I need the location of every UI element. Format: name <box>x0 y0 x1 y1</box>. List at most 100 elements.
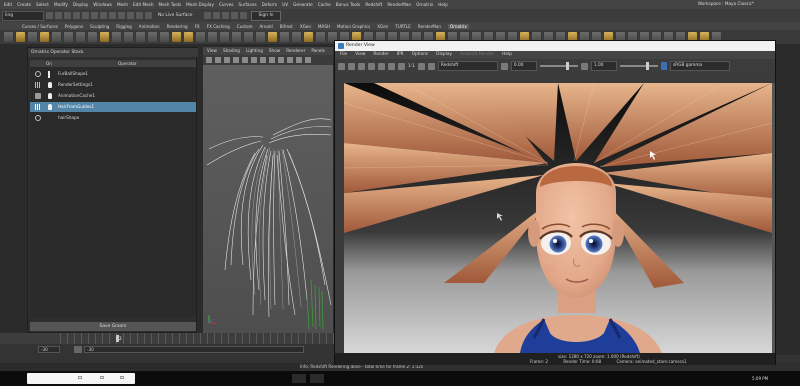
menu-item[interactable]: Create <box>17 2 31 7</box>
live-surface-label[interactable]: No Live Surface <box>158 13 192 18</box>
shelf-tool-icon[interactable] <box>292 32 301 42</box>
render-region-icon[interactable] <box>368 62 375 70</box>
shadows-icon[interactable] <box>305 57 311 63</box>
new-scene-icon[interactable] <box>46 12 53 19</box>
redo-render-icon[interactable] <box>338 62 345 70</box>
shelf-tool-icon[interactable] <box>316 32 325 42</box>
save-scene-icon[interactable] <box>64 12 71 19</box>
keep-image-icon[interactable] <box>417 62 425 70</box>
shelf-tab[interactable]: Curves / Surfaces <box>22 24 58 29</box>
snap-curve-icon[interactable] <box>127 12 134 19</box>
shelf-tool-icon[interactable] <box>220 32 229 42</box>
menu-item[interactable]: Mesh <box>117 2 128 7</box>
rgb-channel-icon[interactable] <box>388 62 395 70</box>
column-operator[interactable]: Operator <box>118 60 137 67</box>
wireframe-icon[interactable] <box>269 57 275 63</box>
refresh-icon[interactable] <box>358 62 365 70</box>
sign-in-button[interactable]: Sign In <box>251 10 281 21</box>
bulb-icon[interactable] <box>48 82 52 88</box>
camera-icon[interactable] <box>206 57 212 63</box>
viewport-menu-shading[interactable]: Shading <box>223 47 240 55</box>
renderer-select[interactable]: Redshift <box>437 61 498 71</box>
operator-row-render-settings[interactable]: RenderSettings1 <box>30 80 196 90</box>
smooth-shade-icon[interactable] <box>278 57 284 63</box>
operator-row-furball[interactable]: FurBallShape1 <box>30 69 196 79</box>
rv-menu-ipr[interactable]: IPR <box>397 51 404 59</box>
shelf-tab[interactable]: TURTLE <box>395 24 410 29</box>
shelf-tab[interactable]: Sculpting <box>90 24 109 29</box>
shelf-tool-icon[interactable] <box>268 32 277 42</box>
viewport-menu-lighting[interactable]: Lighting <box>246 47 263 55</box>
menu-item[interactable]: Modify <box>54 2 68 7</box>
exposure-field[interactable]: 0.00 <box>510 61 537 71</box>
image-plane-icon[interactable] <box>233 57 239 63</box>
rv-menu-file[interactable]: File <box>340 51 347 59</box>
shelf-tab[interactable]: RenderMan <box>418 24 441 29</box>
color-management-toggle[interactable] <box>660 62 667 70</box>
operator-row-animation-cache[interactable]: AnimationCache1 <box>30 91 196 101</box>
save-groom-button[interactable]: Save Groom <box>30 322 196 331</box>
film-gate-icon[interactable] <box>251 57 257 63</box>
column-on[interactable]: On <box>46 60 52 67</box>
gamma-slider[interactable] <box>619 62 658 70</box>
shelf-tool-icon[interactable] <box>100 32 109 42</box>
menu-item[interactable]: Deform <box>262 2 278 7</box>
range-end-field[interactable]: -30 <box>84 346 304 353</box>
viewport-menu-renderer[interactable]: Renderer <box>286 47 305 55</box>
viewport-menu-show[interactable]: Show <box>269 47 280 55</box>
shelf-tab[interactable]: MASH <box>318 24 330 29</box>
rv-menu-display[interactable]: Display <box>436 51 452 59</box>
menu-item[interactable]: Windows <box>93 2 112 7</box>
open-scene-icon[interactable] <box>55 12 62 19</box>
shelf-tool-icon[interactable] <box>52 32 61 42</box>
viewport-canvas[interactable] <box>203 65 333 333</box>
snap-surface-icon[interactable] <box>145 12 152 19</box>
grid-icon[interactable] <box>242 57 248 63</box>
shelf-tab[interactable]: Rendering <box>167 24 188 29</box>
bookmark-icon[interactable] <box>224 57 230 63</box>
shelf-tool-icon[interactable] <box>232 32 241 42</box>
gamma-field[interactable]: 1.00 <box>590 61 617 71</box>
window-icon[interactable] <box>100 376 104 379</box>
shelf-tool-icon[interactable] <box>244 32 253 42</box>
snapshot-icon[interactable] <box>378 62 385 70</box>
render-settings-icon[interactable] <box>222 12 230 19</box>
shelf-tab[interactable]: Polygons <box>65 24 83 29</box>
shelf-tool-icon[interactable] <box>88 32 97 42</box>
shelf-tool-icon[interactable] <box>136 32 145 42</box>
shelf-tool-icon[interactable] <box>256 32 265 42</box>
menu-item[interactable]: UV <box>282 2 288 7</box>
shelf-tool-icon[interactable] <box>184 32 193 42</box>
render-frame-icon[interactable] <box>204 12 212 19</box>
render-view-titlebar[interactable]: Render View <box>335 41 775 51</box>
shelf-tool-icon[interactable] <box>208 32 217 42</box>
shelf-tab[interactable]: FX <box>195 24 200 29</box>
redo-icon[interactable] <box>82 12 89 19</box>
textured-icon[interactable] <box>287 57 293 63</box>
alpha-channel-icon[interactable] <box>398 62 405 70</box>
menu-item[interactable]: Redshift <box>365 2 382 7</box>
menu-set-select[interactable]: ling <box>2 10 44 21</box>
remove-image-icon[interactable] <box>427 62 435 70</box>
menu-item[interactable]: Edit <box>4 2 12 7</box>
rv-menu-redshift-render[interactable]: Redshift Render <box>460 51 494 59</box>
shelf-tab[interactable]: Ornatrix <box>448 23 469 29</box>
shelf-tool-icon[interactable] <box>280 32 289 42</box>
operator-row-hair-shape[interactable]: hairShape <box>30 113 196 123</box>
viewport-menu-panels[interactable]: Panels <box>311 47 324 55</box>
shelf-tool-icon[interactable] <box>40 32 49 42</box>
exposure-slider[interactable] <box>539 62 578 70</box>
shelf-tool-icon[interactable] <box>76 32 85 42</box>
operator-row-hair-from-guides[interactable]: HairFromGuides1 <box>30 102 196 112</box>
shelf-tab[interactable]: Motion Graphics <box>337 24 370 29</box>
maya-taskbar-icon[interactable] <box>292 374 306 383</box>
redshift-icon[interactable] <box>240 12 248 19</box>
select-component-icon[interactable] <box>109 12 116 19</box>
menu-item[interactable]: Bonus Tools <box>336 2 361 7</box>
ipr-render-icon[interactable] <box>213 12 221 19</box>
shelf-tab[interactable]: XGen <box>377 24 388 29</box>
shelf-tool-icon[interactable] <box>172 32 181 42</box>
workspace-label[interactable]: Workspace : Maya Classic* <box>698 1 754 6</box>
lights-icon[interactable] <box>296 57 302 63</box>
rendered-image[interactable] <box>344 83 772 353</box>
